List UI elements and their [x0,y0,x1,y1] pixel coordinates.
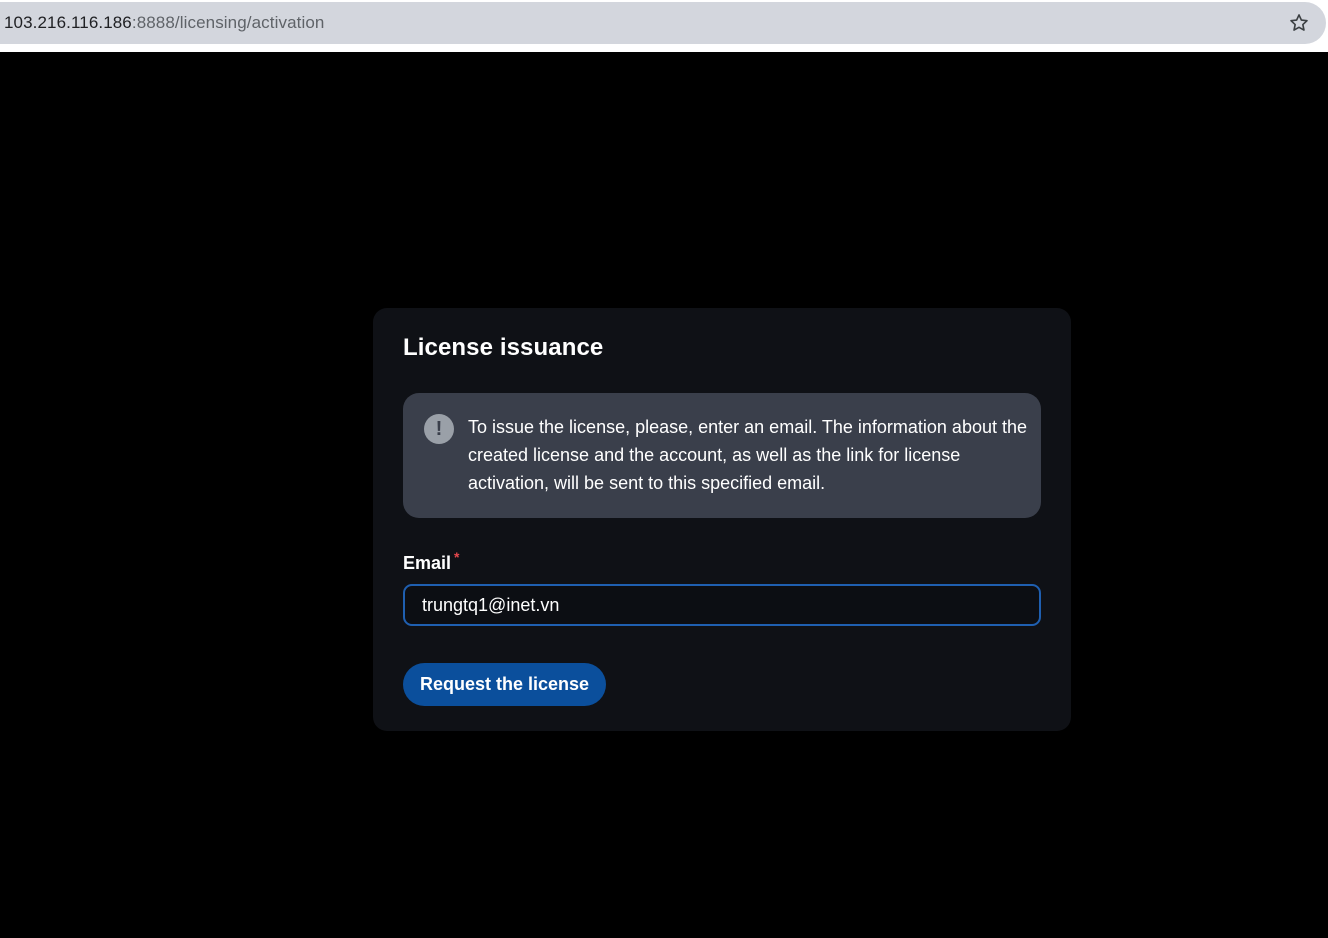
browser-toolbar: 103.216.116.186:8888/licensing/activatio… [0,0,1328,52]
address-bar[interactable]: 103.216.116.186:8888/licensing/activatio… [0,2,1326,44]
required-asterisk: * [454,549,460,565]
info-alert: ! To issue the license, please, enter an… [403,393,1041,518]
card-title: License issuance [403,334,604,361]
request-license-button[interactable]: Request the license [403,663,607,706]
exclamation-icon: ! [424,414,454,444]
license-card: License issuance ! To issue the license,… [373,308,1071,731]
email-label-text: Email [403,553,452,573]
star-icon[interactable] [1288,12,1310,34]
page-content: License issuance ! To issue the license,… [0,52,1328,938]
url-path: :8888/licensing/activation [131,13,325,32]
email-label: Email * [403,549,459,574]
email-input[interactable] [403,584,1041,626]
url-text[interactable]: 103.216.116.186:8888/licensing/activatio… [4,13,324,33]
info-message: To issue the license, please, enter an e… [468,417,1028,493]
url-host: 103.216.116.186 [4,13,132,32]
